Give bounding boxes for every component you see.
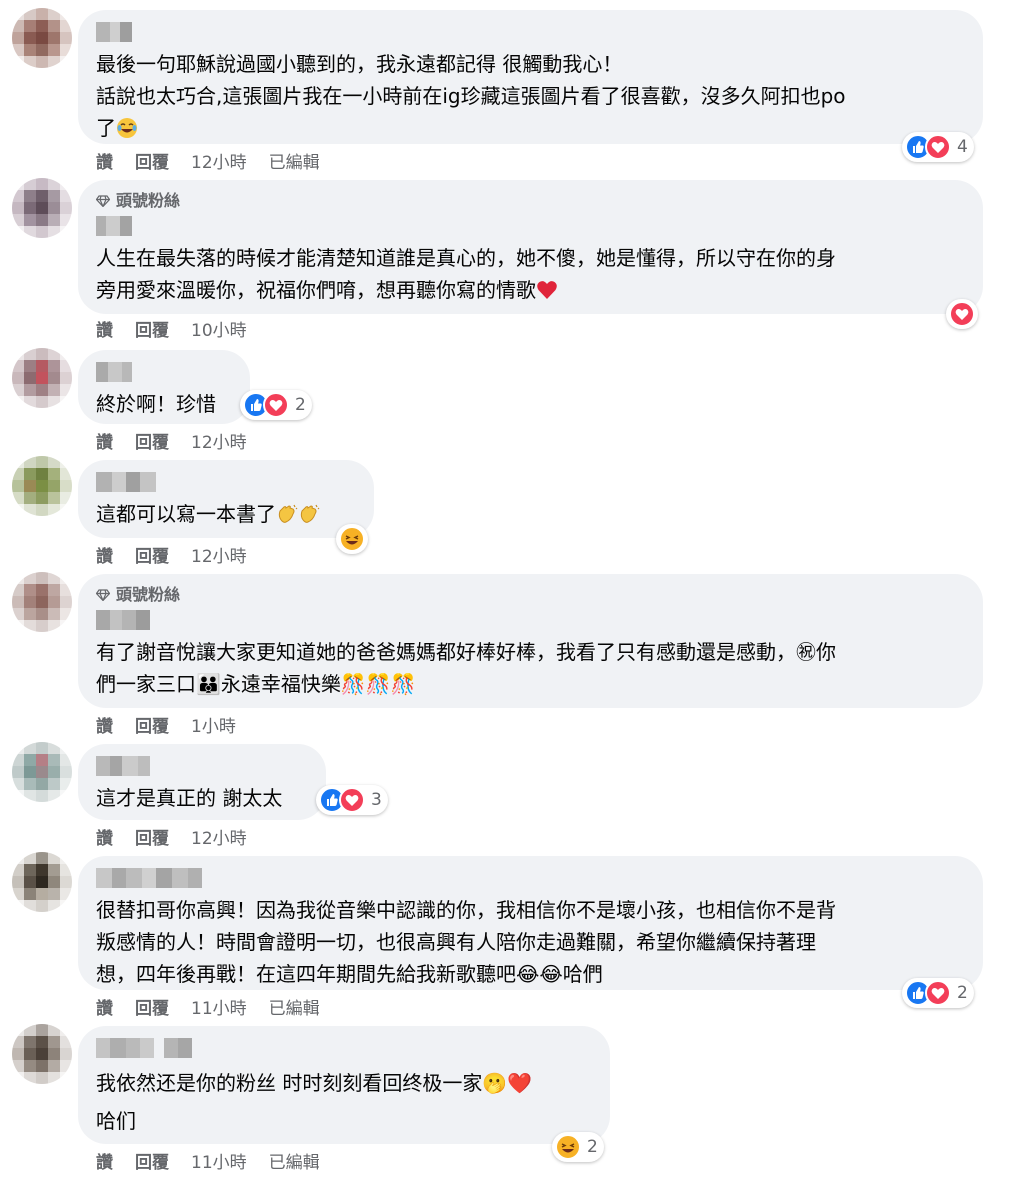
reply-link[interactable]: 回覆: [135, 829, 169, 849]
reaction-count: 4: [957, 137, 968, 157]
avatar[interactable]: [12, 852, 72, 912]
red-heart-emoji: [537, 281, 557, 299]
avatar[interactable]: [12, 1024, 72, 1084]
love-reaction-icon: [949, 301, 975, 327]
edited-label: 已編輯: [268, 153, 320, 173]
like-link[interactable]: 讚: [96, 829, 113, 849]
clapping-hands-emoji: [300, 504, 320, 523]
comment-actions: 讚 回覆 1小時: [96, 712, 258, 737]
reaction-count: 2: [587, 1137, 598, 1157]
comment-actions: 讚 回覆 12小時: [96, 428, 269, 453]
comment-text: 最後一句耶穌說過國小聽到的，我永遠都記得 很觸動我心！ 話說也太巧合,這張圖片我…: [96, 52, 846, 140]
diamond-icon: [96, 195, 110, 207]
comment-text: 這都可以寫一本書了: [96, 498, 356, 530]
comment-text: 這才是真正的 謝太太: [96, 786, 283, 810]
reply-link[interactable]: 回覆: [135, 1153, 169, 1173]
haha-reaction-icon: [339, 526, 365, 552]
comment-bubble: 頭號粉絲 人生在最失落的時候才能清楚知道誰是真心的，她不傻，她是懂得，所以守在你…: [78, 180, 983, 314]
reaction-summary[interactable]: 2: [552, 1132, 604, 1162]
comment-bubble: 頭號粉絲 有了謝音悅讓大家更知道她的爸爸媽媽都好棒好棒，我看了只有感動還是感動，…: [78, 574, 983, 708]
comment-actions: 讚 回覆 11小時 已編輯: [96, 1148, 342, 1173]
like-link[interactable]: 讚: [96, 153, 113, 173]
author-name-blurred[interactable]: [96, 214, 965, 238]
author-name-blurred[interactable]: [96, 608, 965, 632]
avatar[interactable]: [12, 178, 72, 238]
reaction-count: 3: [371, 790, 382, 810]
comment-actions: 讚 回覆 12小時: [96, 542, 269, 567]
reaction-summary[interactable]: 4: [902, 132, 974, 162]
comment-text: 我依然还是你的粉丝 时时刻刻看回终极一家🫢❤️ 哈们: [96, 1071, 533, 1133]
reaction-summary[interactable]: [336, 524, 368, 554]
avatar[interactable]: [12, 348, 72, 408]
love-reaction-icon: [339, 787, 365, 813]
edited-label: 已編輯: [268, 999, 320, 1019]
timestamp[interactable]: 12小時: [191, 433, 247, 453]
reaction-summary[interactable]: 2: [240, 390, 312, 420]
author-name-blurred[interactable]: [96, 470, 356, 494]
comment-bubble: 很替扣哥你高興！因為我從音樂中認識的你，我相信你不是壞小孩，也相信你不是背 叛感…: [78, 856, 983, 990]
comment-actions: 讚 回覆 10小時: [96, 316, 269, 341]
reaction-count: 2: [957, 983, 968, 1003]
face-tears-of-joy-emoji: [117, 118, 137, 138]
avatar[interactable]: [12, 572, 72, 632]
diamond-icon: [96, 589, 110, 601]
timestamp[interactable]: 11小時: [191, 1153, 247, 1173]
comment-text: 終於啊！珍惜: [96, 392, 216, 416]
timestamp[interactable]: 11小時: [191, 999, 247, 1019]
author-name-blurred[interactable]: [96, 866, 965, 890]
like-link[interactable]: 讚: [96, 1153, 113, 1173]
timestamp[interactable]: 12小時: [191, 153, 247, 173]
reply-link[interactable]: 回覆: [135, 717, 169, 737]
comment-bubble: 這都可以寫一本書了: [78, 460, 374, 538]
edited-label: 已編輯: [268, 1153, 320, 1173]
comment-actions: 讚 回覆 11小時 已編輯: [96, 994, 342, 1019]
love-reaction-icon: [925, 980, 951, 1006]
reply-link[interactable]: 回覆: [135, 321, 169, 341]
author-name-blurred[interactable]: [96, 1036, 592, 1060]
comment-text: 有了謝音悅讓大家更知道她的爸爸媽媽都好棒好棒，我看了只有感動還是感動，㊗你 們一…: [96, 640, 836, 696]
avatar[interactable]: [12, 8, 72, 68]
comment-bubble: 這才是真正的 謝太太: [78, 744, 326, 820]
comment-bubble: 我依然还是你的粉丝 时时刻刻看回终极一家🫢❤️ 哈们: [78, 1026, 610, 1144]
like-link[interactable]: 讚: [96, 547, 113, 567]
reply-link[interactable]: 回覆: [135, 547, 169, 567]
top-fan-badge[interactable]: 頭號粉絲: [96, 584, 965, 606]
reply-link[interactable]: 回覆: [135, 433, 169, 453]
haha-reaction-icon: [555, 1134, 581, 1160]
love-reaction-icon: [925, 134, 951, 160]
comment-text: 很替扣哥你高興！因為我從音樂中認識的你，我相信你不是壞小孩，也相信你不是背 叛感…: [96, 898, 836, 986]
comment-bubble: 終於啊！珍惜: [78, 350, 250, 424]
avatar[interactable]: [12, 456, 72, 516]
reaction-summary[interactable]: 2: [902, 978, 974, 1008]
comment-text: 人生在最失落的時候才能清楚知道誰是真心的，她不傻，她是懂得，所以守在你的身 旁用…: [96, 246, 836, 302]
like-link[interactable]: 讚: [96, 321, 113, 341]
reply-link[interactable]: 回覆: [135, 999, 169, 1019]
comment-actions: 讚 回覆 12小時: [96, 824, 269, 849]
like-link[interactable]: 讚: [96, 717, 113, 737]
timestamp[interactable]: 1小時: [191, 717, 236, 737]
like-link[interactable]: 讚: [96, 999, 113, 1019]
clapping-hands-emoji: [278, 504, 298, 523]
author-name-blurred[interactable]: [96, 20, 965, 44]
top-fan-badge[interactable]: 頭號粉絲: [96, 190, 965, 212]
comment-actions: 讚 回覆 12小時 已編輯: [96, 148, 342, 173]
timestamp[interactable]: 12小時: [191, 547, 247, 567]
like-link[interactable]: 讚: [96, 433, 113, 453]
reaction-count: 2: [295, 395, 306, 415]
author-name-blurred[interactable]: [96, 360, 232, 384]
timestamp[interactable]: 10小時: [191, 321, 247, 341]
reply-link[interactable]: 回覆: [135, 153, 169, 173]
author-name-blurred[interactable]: [96, 754, 308, 778]
reaction-summary[interactable]: 3: [316, 785, 388, 815]
comment-bubble: 最後一句耶穌說過國小聽到的，我永遠都記得 很觸動我心！ 話說也太巧合,這張圖片我…: [78, 10, 983, 144]
timestamp[interactable]: 12小時: [191, 829, 247, 849]
avatar[interactable]: [12, 742, 72, 802]
love-reaction-icon: [263, 392, 289, 418]
reaction-summary[interactable]: [946, 299, 978, 329]
